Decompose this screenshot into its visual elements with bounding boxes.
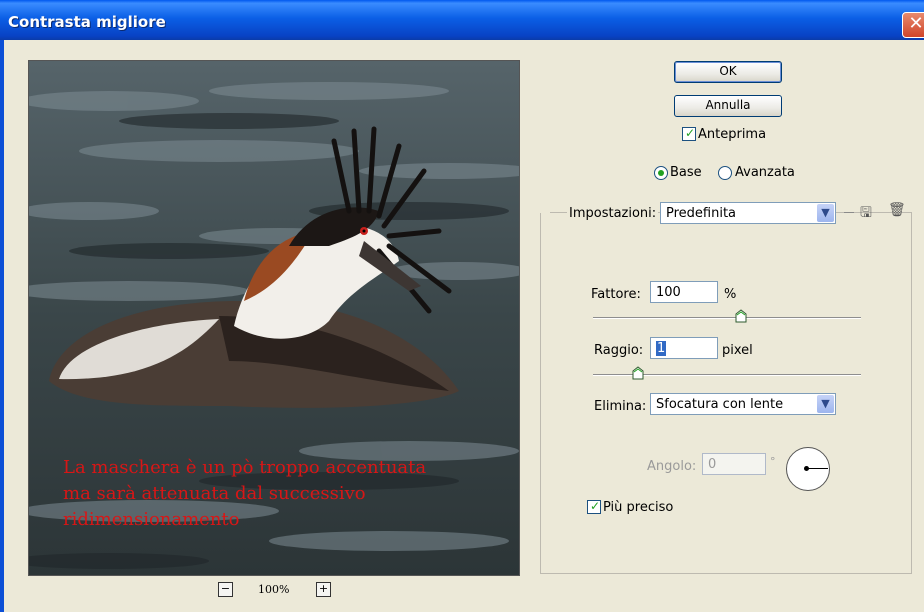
chevron-down-icon: ▼	[817, 204, 834, 222]
close-icon: ✕	[908, 13, 924, 34]
title-bar[interactable]: Contrasta migliore ✕	[0, 0, 924, 40]
remove-select[interactable]: Sfocatura con lente ▼	[650, 393, 836, 415]
plus-icon: +	[318, 582, 329, 595]
zoom-in-button[interactable]: +	[316, 582, 331, 597]
angle-label: Angolo:	[647, 459, 697, 474]
mode-basic-radio[interactable]	[654, 166, 668, 180]
amount-slider[interactable]	[593, 317, 861, 319]
radius-unit: pixel	[722, 343, 753, 358]
radius-value: 1	[656, 341, 667, 356]
radius-slider-thumb[interactable]	[632, 366, 644, 380]
radius-input[interactable]: 1	[650, 337, 718, 359]
chevron-down-icon: ▼	[817, 395, 834, 413]
mode-advanced-radio[interactable]	[718, 166, 732, 180]
amount-input[interactable]: 100	[650, 281, 718, 303]
remove-label: Elimina:	[594, 399, 647, 414]
dialog-window: Contrasta migliore ✕ La maschera è un pò…	[0, 0, 924, 612]
overlay-caption: La maschera è un pò troppo accentuata ma…	[63, 455, 483, 533]
close-button[interactable]: ✕	[902, 12, 924, 38]
settings-separator	[844, 212, 854, 213]
zoom-out-button[interactable]: −	[218, 582, 233, 597]
cancel-button[interactable]: Annulla	[674, 95, 782, 117]
dialog-title: Contrasta migliore	[8, 13, 166, 31]
radio-selected-icon	[658, 170, 664, 176]
amount-unit: %	[724, 287, 737, 302]
angle-unit: °	[770, 455, 776, 468]
more-accurate-checkbox[interactable]: ✓	[587, 500, 601, 514]
check-icon: ✓	[590, 499, 601, 513]
angle-dial[interactable]	[786, 447, 830, 491]
preview-checkbox[interactable]: ✓	[682, 127, 696, 141]
angle-input[interactable]: 0	[702, 453, 766, 475]
settings-label: Impostazioni:	[567, 206, 659, 221]
ok-button[interactable]: OK	[674, 61, 782, 83]
mode-advanced-label: Avanzata	[735, 165, 795, 180]
remove-value: Sfocatura con lente	[656, 397, 784, 412]
zoom-level: 100%	[258, 583, 290, 596]
more-accurate-label: Più preciso	[603, 500, 674, 515]
settings-select[interactable]: Predefinita ▼	[660, 202, 836, 224]
amount-label: Fattore:	[591, 287, 641, 302]
check-icon: ✓	[685, 126, 696, 140]
angle-needle	[807, 468, 828, 469]
amount-slider-thumb[interactable]	[735, 309, 747, 323]
save-settings-icon[interactable]: 🖫	[860, 202, 872, 226]
minus-icon: −	[220, 582, 231, 595]
window-border	[0, 40, 4, 612]
mode-basic-label: Base	[670, 165, 702, 180]
settings-value: Predefinita	[666, 206, 737, 221]
overlay-line: La maschera è un pò troppo accentuata	[63, 457, 427, 478]
preview-image[interactable]: La maschera è un pò troppo accentuata ma…	[28, 60, 520, 576]
trash-icon[interactable]: 🗑	[888, 202, 906, 218]
angle-center	[804, 466, 809, 471]
overlay-line: ma sarà attenuata dal successivo	[63, 483, 366, 504]
radius-label: Raggio:	[594, 343, 644, 358]
group-divider	[540, 212, 550, 213]
overlay-line: ridimensionamento	[63, 509, 240, 530]
preview-label: Anteprima	[698, 127, 767, 142]
